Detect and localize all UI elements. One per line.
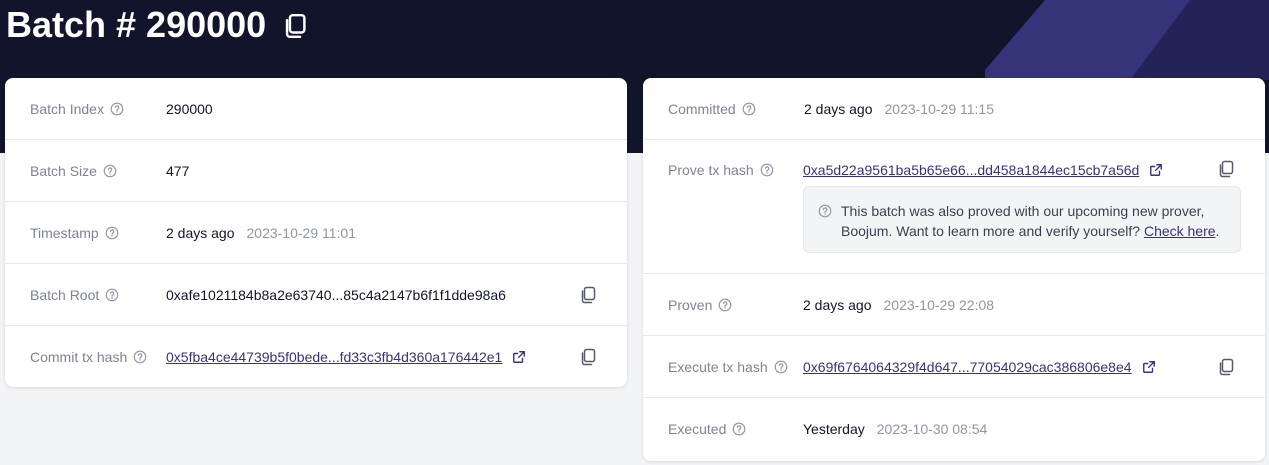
row-prove-tx-hash: Prove tx hash 0xa5d22a9561ba5b65e66...dd… (643, 140, 1265, 274)
execute-tx-hash-link[interactable]: 0x69f6764064329f4d647...77054029cac38680… (803, 359, 1132, 375)
row-proven: Proven 2 days ago 2023-10-29 22:08 (643, 274, 1265, 336)
committed-absolute: 2023-10-29 11:15 (884, 100, 995, 117)
question-circle-icon[interactable] (105, 288, 119, 302)
committed-relative: 2 days ago (804, 100, 873, 117)
label-text: Batch Root (30, 286, 100, 303)
row-label: Batch Index (30, 101, 124, 117)
batch-index-value: 290000 (166, 100, 213, 117)
batch-info-card: Batch Index 290000 Batch Size 477 Timest… (5, 78, 627, 387)
question-circle-icon[interactable] (103, 164, 117, 178)
row-executed: Executed Yesterday 2023-10-30 08:54 (643, 398, 1265, 460)
row-timestamp: Timestamp 2 days ago 2023-10-29 11:01 (5, 202, 627, 264)
question-circle-icon[interactable] (110, 102, 124, 116)
label-text: Prove tx hash (668, 162, 754, 178)
row-label: Executed (668, 421, 746, 437)
batch-size-value: 477 (166, 162, 190, 179)
timestamp-absolute: 2023-10-29 11:01 (246, 224, 357, 241)
row-label: Commit tx hash (30, 349, 147, 365)
row-value: 2 days ago 2023-10-29 11:01 (166, 225, 356, 241)
row-commit-tx-hash: Commit tx hash 0x5fba4ce44739b5f0bede...… (5, 326, 627, 387)
proven-relative: 2 days ago (803, 296, 872, 313)
copy-icon[interactable] (282, 13, 308, 39)
label-text: Committed (668, 100, 736, 117)
row-value: 0xafe1021184b8a2e63740...85c4a2147b6f1f1… (166, 287, 506, 303)
question-circle-icon (818, 204, 832, 218)
row-label: Prove tx hash (668, 162, 774, 178)
question-circle-icon[interactable] (742, 102, 756, 116)
timestamp-relative: 2 days ago (166, 224, 235, 241)
external-link-icon[interactable] (512, 350, 526, 364)
check-here-link[interactable]: Check here (1144, 223, 1216, 239)
question-circle-icon[interactable] (718, 298, 732, 312)
label-text: Execute tx hash (668, 358, 768, 375)
row-value: 2 days ago 2023-10-29 22:08 (803, 297, 994, 313)
page-title-container: Batch # 290000 (6, 4, 308, 46)
batch-root-value: 0xafe1021184b8a2e63740...85c4a2147b6f1f1… (166, 286, 506, 303)
row-label: Committed (668, 101, 756, 117)
row-committed: Committed 2 days ago 2023-10-29 11:15 (643, 78, 1265, 140)
proven-absolute: 2023-10-29 22:08 (883, 296, 995, 313)
row-value: 0x5fba4ce44739b5f0bede...fd33c3fb4d360a1… (166, 349, 526, 365)
row-label: Batch Size (30, 163, 117, 179)
notice-line-2: Boojum. Want to learn more and verify yo… (841, 223, 1141, 239)
question-circle-icon[interactable] (760, 163, 774, 177)
question-circle-icon[interactable] (133, 350, 147, 364)
notice-text: This batch was also proved with our upco… (841, 201, 1219, 241)
row-label: Timestamp (30, 225, 119, 241)
row-value: Yesterday 2023-10-30 08:54 (803, 421, 987, 437)
page-title: Batch # 290000 (6, 4, 267, 45)
row-batch-index: Batch Index 290000 (5, 78, 627, 140)
batch-status-card: Committed 2 days ago 2023-10-29 11:15 Pr… (643, 78, 1265, 461)
label-text: Batch Size (30, 162, 97, 179)
executed-absolute: 2023-10-30 08:54 (876, 421, 988, 437)
row-batch-size: Batch Size 477 (5, 140, 627, 202)
row-label: Execute tx hash (668, 359, 788, 375)
row-batch-root: Batch Root 0xafe1021184b8a2e63740...85c4… (5, 264, 627, 326)
row-value: 477 (166, 163, 189, 179)
label-text: Proven (668, 296, 713, 313)
copy-icon[interactable] (1217, 160, 1235, 178)
row-value: 0xa5d22a9561ba5b65e66...dd458a1844ec15cb… (803, 162, 1163, 178)
question-circle-icon[interactable] (732, 422, 746, 436)
label-text: Batch Index (30, 100, 104, 117)
row-execute-tx-hash: Execute tx hash 0x69f6764064329f4d647...… (643, 336, 1265, 398)
row-label: Batch Root (30, 287, 119, 303)
question-circle-icon[interactable] (774, 360, 788, 374)
copy-icon[interactable] (1217, 358, 1235, 376)
row-value: 2 days ago 2023-10-29 11:15 (804, 101, 994, 117)
question-circle-icon[interactable] (105, 226, 119, 240)
row-value: 0x69f6764064329f4d647...77054029cac38680… (803, 359, 1156, 375)
notice-suffix: . (1215, 223, 1220, 239)
boojum-notice: This batch was also proved with our upco… (803, 186, 1241, 253)
prove-tx-hash-link[interactable]: 0xa5d22a9561ba5b65e66...dd458a1844ec15cb… (803, 162, 1139, 178)
row-label: Proven (668, 297, 732, 313)
external-link-icon[interactable] (1142, 360, 1156, 374)
label-text: Commit tx hash (30, 348, 128, 365)
notice-line-1: This batch was also proved with our upco… (841, 203, 1205, 219)
row-value: 290000 (166, 101, 213, 117)
copy-icon[interactable] (579, 286, 597, 304)
executed-relative: Yesterday (803, 421, 865, 437)
commit-tx-hash-link[interactable]: 0x5fba4ce44739b5f0bede...fd33c3fb4d360a1… (166, 349, 502, 365)
label-text: Timestamp (30, 224, 99, 241)
label-text: Executed (668, 421, 727, 437)
copy-icon[interactable] (579, 348, 597, 366)
external-link-icon[interactable] (1149, 163, 1163, 177)
